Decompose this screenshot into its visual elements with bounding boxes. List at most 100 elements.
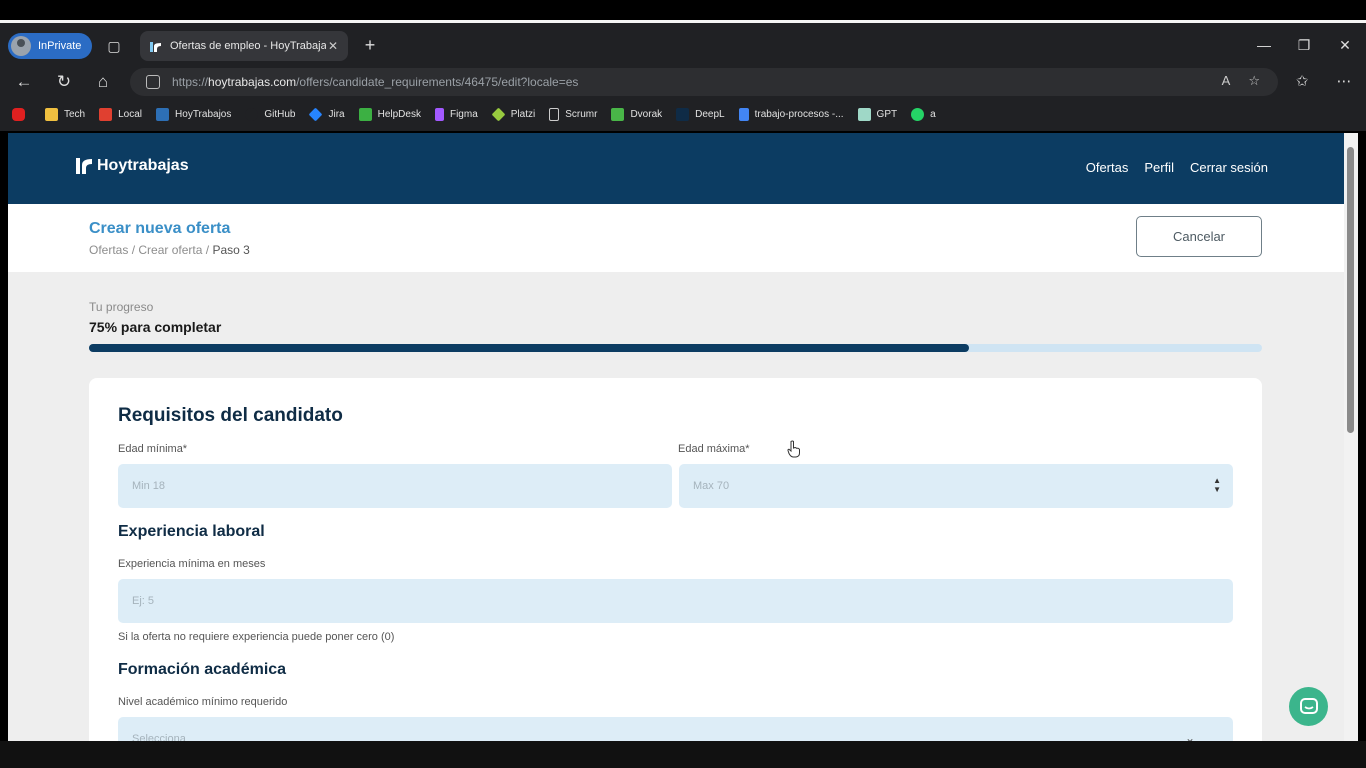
screen-bottom-bar: [0, 741, 1366, 768]
page-title: Crear nueva oferta: [89, 220, 231, 237]
bookmark-label: Dvorak: [630, 108, 663, 120]
min-age-placeholder: Min 18: [132, 480, 166, 492]
logo-mark-icon: [76, 158, 92, 174]
min-age-input[interactable]: Min 18: [118, 464, 672, 508]
experience-title: Experiencia laboral: [118, 523, 265, 540]
jira-icon: [309, 107, 323, 121]
scrollbar-thumb[interactable]: [1347, 147, 1354, 433]
bookmark-label: a: [930, 108, 936, 120]
bookmark-label: Scrumr: [565, 108, 598, 120]
refresh-icon[interactable]: ↻: [52, 70, 76, 94]
close-window-icon[interactable]: ✕: [1330, 33, 1360, 57]
close-tab-icon[interactable]: ✕: [326, 39, 340, 53]
helpdesk-icon: [358, 107, 372, 121]
site-logo[interactable]: Hoytrabajas: [75, 157, 189, 175]
logo-text: Hoytrabajas: [97, 157, 189, 174]
favorite-star-icon[interactable]: ☆: [1248, 73, 1260, 89]
bookmark-platzi[interactable]: Platzi: [491, 107, 535, 121]
breadcrumb-separator: /: [205, 243, 210, 257]
cancel-button[interactable]: Cancelar: [1136, 216, 1262, 257]
back-icon[interactable]: ←: [12, 70, 36, 94]
dvorak-icon: [611, 107, 625, 121]
new-tab-icon[interactable]: +: [360, 35, 380, 55]
chevron-down-icon: ⌄: [1184, 731, 1195, 741]
figma-icon: [434, 107, 444, 121]
education-placeholder: Selecciona: [132, 733, 186, 741]
bookmark-trabajo-procesos[interactable]: trabajo-procesos -...: [738, 107, 844, 121]
bookmark-dvorak[interactable]: Dvorak: [611, 107, 663, 121]
tab-bar: InPrivate ▢ Ofertas de empleo - HoyTraba…: [0, 23, 1366, 67]
inprivate-label: InPrivate: [38, 40, 82, 52]
max-age-label: Edad máxima*: [678, 443, 750, 455]
breadcrumb-create-offer[interactable]: Crear oferta: [138, 243, 202, 257]
chat-bubble-icon: [1299, 697, 1318, 714]
bookmark-gpt[interactable]: GPT: [857, 107, 898, 121]
lock-icon: [146, 75, 160, 89]
screen-top-bar: [0, 0, 1366, 20]
browser-chrome: InPrivate ▢ Ofertas de empleo - HoyTraba…: [0, 23, 1366, 131]
address-bar[interactable]: https:// hoytrabajas.com /offers/candida…: [130, 68, 1278, 96]
bookmark-helpdesk[interactable]: HelpDesk: [358, 107, 421, 121]
bookmark-tech[interactable]: Tech: [45, 107, 85, 121]
breadcrumb-separator: /: [131, 243, 136, 257]
number-spinner-icon[interactable]: ▲ ▼: [1213, 476, 1221, 494]
gpt-icon: [857, 107, 871, 121]
candidate-requirements-card: Requisitos del candidato Edad mínima* Ed…: [89, 378, 1262, 741]
read-aloud-icon[interactable]: A: [1222, 73, 1231, 89]
max-age-input[interactable]: Max 70 ▲ ▼: [679, 464, 1233, 508]
education-select[interactable]: Selecciona ⌄: [118, 717, 1233, 741]
bookmark-label: Figma: [449, 108, 478, 120]
inprivate-badge[interactable]: InPrivate: [8, 33, 92, 59]
bookmark-whatsapp[interactable]: a: [911, 107, 936, 121]
platzi-icon: [491, 107, 506, 121]
page-scrollbar[interactable]: [1344, 133, 1358, 741]
tab-active[interactable]: Ofertas de empleo - HoyTrabajas ✕: [140, 31, 348, 61]
restore-icon[interactable]: ❐: [1289, 33, 1319, 57]
google-docs-icon: [738, 107, 749, 121]
bookmark-youtube[interactable]: [12, 107, 31, 121]
chat-support-button[interactable]: [1289, 687, 1328, 726]
progress-bar: [89, 344, 1262, 352]
avatar: [11, 36, 31, 56]
bookmark-label: HelpDesk: [377, 108, 421, 120]
tab-actions-icon[interactable]: ▢: [104, 36, 124, 56]
minimize-icon[interactable]: —: [1249, 33, 1279, 57]
progress-value: 75% para completar: [89, 319, 222, 335]
min-age-label: Edad mínima*: [118, 443, 188, 455]
bookmark-label: GPT: [876, 108, 898, 120]
hand-cursor-icon: [787, 440, 800, 458]
site-nav: Ofertas Perfil Cerrar sesión: [1086, 160, 1268, 175]
bookmark-label: HoyTrabajos: [175, 108, 232, 120]
bookmark-label: trabajo-procesos -...: [754, 108, 844, 120]
folder-icon: [45, 107, 58, 121]
bookmark-github[interactable]: GitHub: [245, 107, 295, 121]
bookmark-scrumr[interactable]: Scrumr: [549, 107, 598, 121]
bookmark-label: DeepL: [695, 108, 725, 120]
nav-offers[interactable]: Ofertas: [1086, 160, 1129, 175]
max-age-placeholder: Max 70: [693, 480, 730, 492]
breadcrumb: Ofertas / Crear oferta / Paso 3: [89, 243, 250, 257]
experience-placeholder: Ej: 5: [132, 595, 155, 607]
home-icon[interactable]: ⌂: [91, 70, 115, 94]
bookmark-local[interactable]: Local: [99, 107, 142, 121]
url-path: /offers/candidate_requirements/46475/edi…: [296, 75, 579, 89]
bookmark-figma[interactable]: Figma: [434, 107, 478, 121]
experience-label: Experiencia mínima en meses: [118, 558, 266, 570]
youtube-icon: [12, 107, 25, 121]
document-icon: [549, 107, 560, 121]
bookmark-jira[interactable]: Jira: [309, 107, 345, 121]
url-prefix: https://: [172, 75, 209, 89]
page-subheader: Crear nueva oferta Ofertas / Crear ofert…: [8, 204, 1344, 272]
hoytrabajos-icon: [156, 107, 170, 121]
nav-profile[interactable]: Perfil: [1144, 160, 1174, 175]
bookmark-hoytrabajos[interactable]: HoyTrabajos: [156, 107, 232, 121]
more-menu-icon[interactable]: ⋯: [1332, 70, 1356, 94]
bookmark-label: Jira: [328, 108, 345, 120]
favorites-icon[interactable]: ✩: [1290, 70, 1314, 94]
breadcrumb-offers[interactable]: Ofertas: [89, 243, 128, 257]
local-icon: [99, 107, 113, 121]
site-header: Hoytrabajas Ofertas Perfil Cerrar sesión: [8, 133, 1344, 204]
nav-logout[interactable]: Cerrar sesión: [1190, 160, 1268, 175]
bookmark-deepl[interactable]: DeepL: [676, 107, 725, 121]
experience-input[interactable]: Ej: 5: [118, 579, 1233, 623]
